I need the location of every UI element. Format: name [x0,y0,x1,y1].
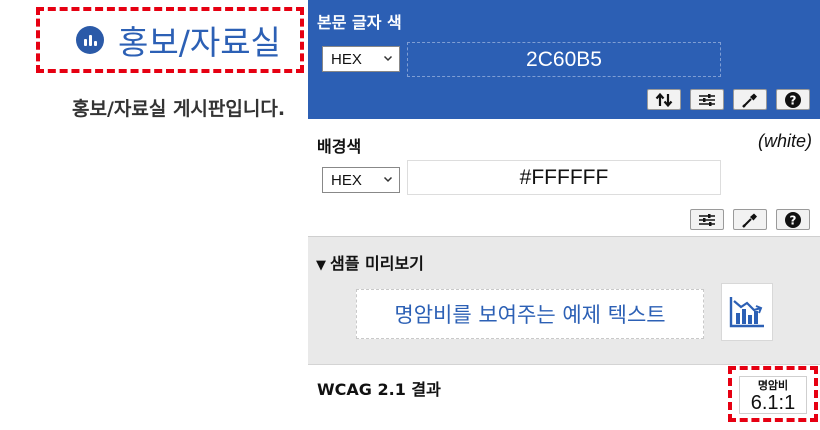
help-button[interactable]: ? [776,209,810,230]
swap-colors-button[interactable] [647,89,681,110]
contrast-checker-panel: 본문 글자 색 HEX 2C60B5 ? 배경색 (white) HEX #FF… [308,0,820,430]
page-description: 홍보/자료실 게시판입니다. [72,98,286,120]
sample-preview-section: ▼ 샘플 미리보기 명암비를 보여주는 예제 텍스트 [308,236,820,364]
swap-icon [655,92,673,107]
help-button[interactable]: ? [776,89,810,110]
contrast-ratio-caption: 명암비 [757,379,789,392]
contrast-ratio-highlight: 명암비 6.1:1 [728,366,818,422]
chevron-down-icon [383,52,393,66]
format-select-value: HEX [331,171,362,189]
sliders-icon [699,213,715,226]
format-select-value: HEX [331,50,362,68]
text-color-toolbar: ? [647,89,810,110]
background-color-format-select[interactable]: HEX [322,167,400,193]
chart-preview-button[interactable] [721,283,773,341]
chart-trend-icon [729,297,764,328]
collapse-triangle-icon: ▼ [316,258,326,273]
contrast-ratio-value: 6.1:1 [750,392,796,414]
chevron-down-icon [383,173,393,187]
background-color-label: 배경색 [317,137,362,156]
background-color-section: 배경색 (white) HEX #FFFFFF ? [308,119,820,236]
wcag-result-section: WCAG 2.1 결과 명암비 6.1:1 [308,364,820,430]
preview-toggle[interactable]: ▼ 샘플 미리보기 [316,250,424,274]
svg-text:?: ? [790,93,797,107]
background-color-value-input[interactable]: #FFFFFF [407,160,721,195]
background-color-name: (white) [757,131,812,151]
eyedropper-button[interactable] [733,209,767,230]
text-color-format-select[interactable]: HEX [322,46,400,72]
adjust-color-button[interactable] [690,89,724,110]
eyedropper-button[interactable] [733,89,767,110]
text-color-value-input[interactable]: 2C60B5 [407,42,721,77]
page-title: 홍보/자료실 [118,23,281,62]
sliders-icon [699,93,715,106]
eyedropper-icon [742,213,757,228]
sample-text-box: 명암비를 보여주는 예제 텍스트 [356,289,704,339]
eyedropper-icon [742,93,757,108]
bar-chart-circle-icon [76,26,104,54]
help-icon: ? [785,91,801,108]
text-color-label: 본문 글자 색 [317,13,402,32]
adjust-color-button[interactable] [690,209,724,230]
page-title-highlight: 홍보/자료실 [36,7,304,73]
contrast-ratio-box: 명암비 6.1:1 [739,376,807,414]
wcag-result-label: WCAG 2.1 결과 [317,380,441,399]
help-icon: ? [785,211,801,228]
preview-label: 샘플 미리보기 [330,254,424,273]
text-color-section: 본문 글자 색 HEX 2C60B5 ? [308,0,820,119]
background-color-toolbar: ? [690,209,810,230]
svg-text:?: ? [790,213,797,227]
